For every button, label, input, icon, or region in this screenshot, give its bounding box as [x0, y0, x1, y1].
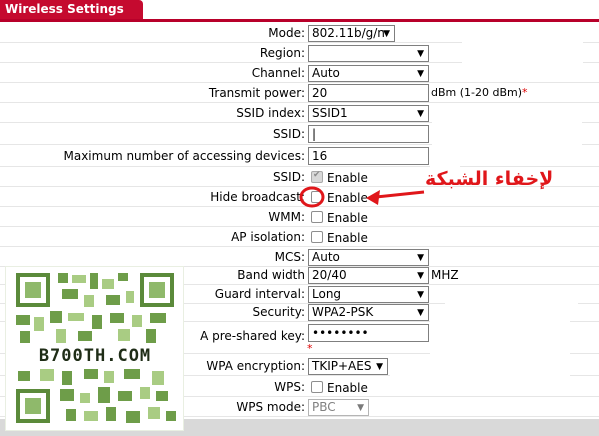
annotation-label: لإخفاء الشبكة [425, 168, 554, 190]
qr-finder [16, 389, 50, 423]
wpa-encryption-label: WPA encryption: [206, 359, 305, 373]
region-select[interactable]: ▼ [308, 45, 429, 62]
ap-isolation-label: AP isolation: [231, 230, 305, 244]
channel-select[interactable]: Auto ▼ [308, 65, 429, 82]
ssid-index-select[interactable]: SSID1 ▼ [308, 105, 429, 122]
channel-label: Channel: [251, 66, 305, 80]
qr-code-watermark: B700TH.COM [5, 266, 184, 431]
preshared-key-label: A pre-shared key: [200, 329, 305, 343]
redaction-box [432, 120, 582, 148]
chevron-down-icon: ▼ [417, 109, 424, 119]
security-select[interactable]: WPA2-PSK ▼ [308, 304, 429, 321]
redaction-box [430, 145, 460, 169]
chevron-down-icon: ▼ [383, 29, 390, 39]
ssid-index-label: SSID index: [236, 106, 305, 120]
annotation-arrow-icon [299, 186, 425, 208]
band-width-unit: MHZ [431, 268, 459, 282]
mcs-select[interactable]: Auto ▼ [308, 249, 429, 266]
mcs-value: Auto [312, 250, 340, 264]
security-value: WPA2-PSK [312, 305, 374, 319]
wpa-encryption-select[interactable]: TKIP+AES ▼ [308, 358, 388, 375]
mode-value: 802.11b/g/n [312, 26, 385, 40]
transmit-power-unit: dBm (1-20 dBm)* [431, 86, 528, 99]
ap-isolation-checkbox[interactable] [311, 231, 323, 243]
wps-checkbox[interactable] [311, 381, 323, 393]
chevron-down-icon: ▼ [417, 290, 424, 300]
chevron-down-icon: ▼ [357, 403, 364, 413]
ssid-label: SSID: [272, 127, 305, 141]
guard-interval-label: Guard interval: [214, 287, 305, 301]
chevron-down-icon: ▼ [417, 271, 424, 281]
wps-mode-value: PBC [312, 400, 336, 414]
ap-isolation-row: AP isolation: Enable [0, 227, 599, 247]
ap-isolation-option: Enable [327, 231, 368, 245]
header-bar: Wireless Settings [0, 0, 599, 22]
band-width-label: Band width [237, 268, 305, 282]
mode-select[interactable]: 802.11b/g/n ▼ [308, 25, 395, 42]
redaction-box [445, 296, 578, 321]
wps-mode-select[interactable]: PBC ▼ [308, 399, 369, 416]
channel-value: Auto [312, 66, 340, 80]
guard-interval-value: Long [312, 287, 342, 301]
wps-option: Enable [327, 381, 368, 395]
chevron-down-icon: ▼ [417, 49, 424, 59]
qr-finder [16, 273, 50, 307]
wmm-option: Enable [327, 211, 368, 225]
redaction-box [430, 320, 570, 356]
chevron-down-icon: ▼ [417, 308, 424, 318]
redaction-box [390, 355, 570, 389]
wmm-checkbox[interactable] [311, 211, 323, 223]
ssid-index-value: SSID1 [312, 106, 348, 120]
transmit-power-row: Transmit power: 20 dBm (1-20 dBm)* [0, 83, 599, 103]
band-width-value: 20/40 [312, 268, 347, 282]
chevron-down-icon: ▼ [417, 69, 424, 79]
ssid-enable-checkbox[interactable] [311, 170, 323, 183]
redaction-box [462, 24, 583, 82]
max-devices-row: Maximum number of accessing devices: 16 [0, 145, 599, 167]
wps-label: WPS: [274, 380, 305, 394]
max-devices-label: Maximum number of accessing devices: [63, 149, 306, 163]
qr-finder [140, 273, 174, 307]
mode-label: Mode: [268, 26, 305, 40]
band-width-select[interactable]: 20/40 ▼ [308, 267, 429, 284]
chevron-down-icon: ▼ [376, 362, 383, 372]
wpa-encryption-value: TKIP+AES [312, 359, 372, 373]
guard-interval-select[interactable]: Long ▼ [308, 286, 429, 303]
transmit-power-label: Transmit power: [208, 86, 305, 100]
preshared-key-input[interactable]: •••••••• [308, 324, 429, 342]
mcs-row: MCS: Auto ▼ [0, 247, 599, 267]
chevron-down-icon: ▼ [417, 253, 424, 263]
mcs-label: MCS: [274, 250, 305, 264]
ssid-enable-label: SSID: [272, 170, 305, 184]
region-label: Region: [259, 46, 305, 60]
wmm-label: WMM: [268, 210, 305, 224]
hide-broadcast-label: Hide broadcast: [210, 190, 305, 204]
wps-mode-label: WPS mode: [236, 400, 305, 414]
preshared-key-required: * [307, 342, 313, 355]
ssid-input[interactable]: | [308, 125, 429, 143]
watermark-text: B700TH.COM [20, 346, 170, 366]
transmit-power-input[interactable]: 20 [308, 84, 429, 102]
max-devices-input[interactable]: 16 [308, 147, 429, 165]
page-title: Wireless Settings [0, 0, 143, 19]
security-label: Security: [252, 305, 305, 319]
